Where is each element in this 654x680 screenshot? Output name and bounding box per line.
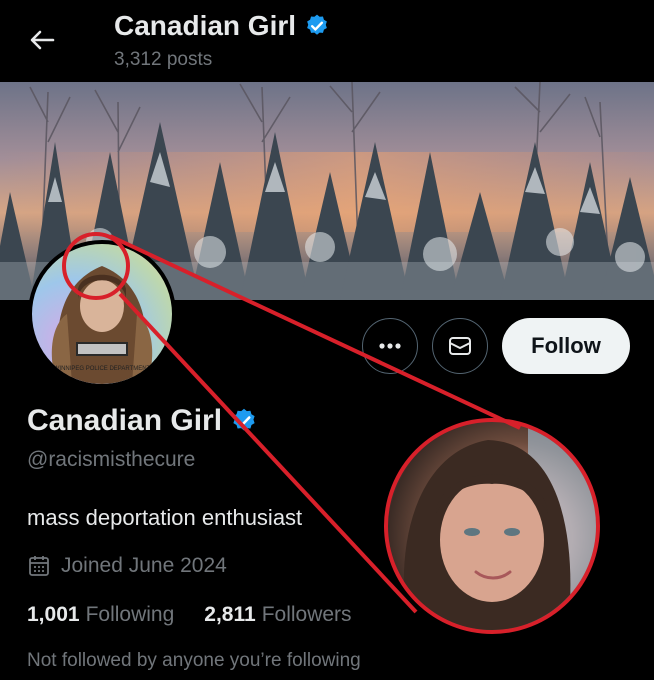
joined-date: Joined June 2024 — [61, 554, 227, 577]
profile-name-row: Canadian Girl — [27, 404, 258, 438]
header-title-row: Canadian Girl — [114, 10, 330, 42]
message-button[interactable] — [432, 318, 488, 374]
profile-bio: mass deportation enthusiast — [27, 505, 303, 530]
profile-handle: @racismisthecure — [27, 448, 196, 471]
following-link[interactable]: 1,001 Following — [27, 603, 174, 627]
back-button[interactable] — [22, 22, 62, 58]
header-post-count: 3,312 posts — [114, 49, 213, 70]
not-followed-note: Not followed by anyone you’re following — [27, 650, 361, 671]
verified-badge-icon — [233, 408, 255, 431]
follow-button[interactable]: Follow — [502, 318, 630, 374]
message-icon — [449, 337, 471, 355]
followers-link[interactable]: 2,811 Followers — [204, 603, 351, 627]
header-title: Canadian Girl — [114, 10, 297, 41]
arrow-left-icon — [30, 30, 55, 50]
top-bar: Canadian Girl 3,312 posts — [0, 0, 654, 82]
profile-avatar[interactable]: WINNIPEG POLICE DEPARTMENT — [28, 240, 176, 388]
followers-count: 2,811 — [204, 603, 256, 626]
more-button[interactable] — [362, 318, 418, 374]
zoomed-face-photo — [384, 418, 600, 634]
followers-label: Followers — [261, 603, 352, 626]
calendar-icon — [29, 556, 49, 576]
follow-stats: 1,001 Following 2,811 Followers — [27, 603, 352, 627]
mugshot-caption: WINNIPEG POLICE DEPARTMENT — [54, 366, 151, 372]
following-count: 1,001 — [27, 603, 80, 626]
more-icon — [379, 343, 401, 349]
mugshot-image: WINNIPEG POLICE DEPARTMENT — [51, 266, 153, 384]
verified-badge-icon — [307, 14, 327, 35]
joined-row: Joined June 2024 — [27, 554, 227, 578]
face-photo-image — [403, 422, 596, 630]
following-label: Following — [85, 603, 175, 626]
profile-name: Canadian Girl — [27, 404, 223, 437]
